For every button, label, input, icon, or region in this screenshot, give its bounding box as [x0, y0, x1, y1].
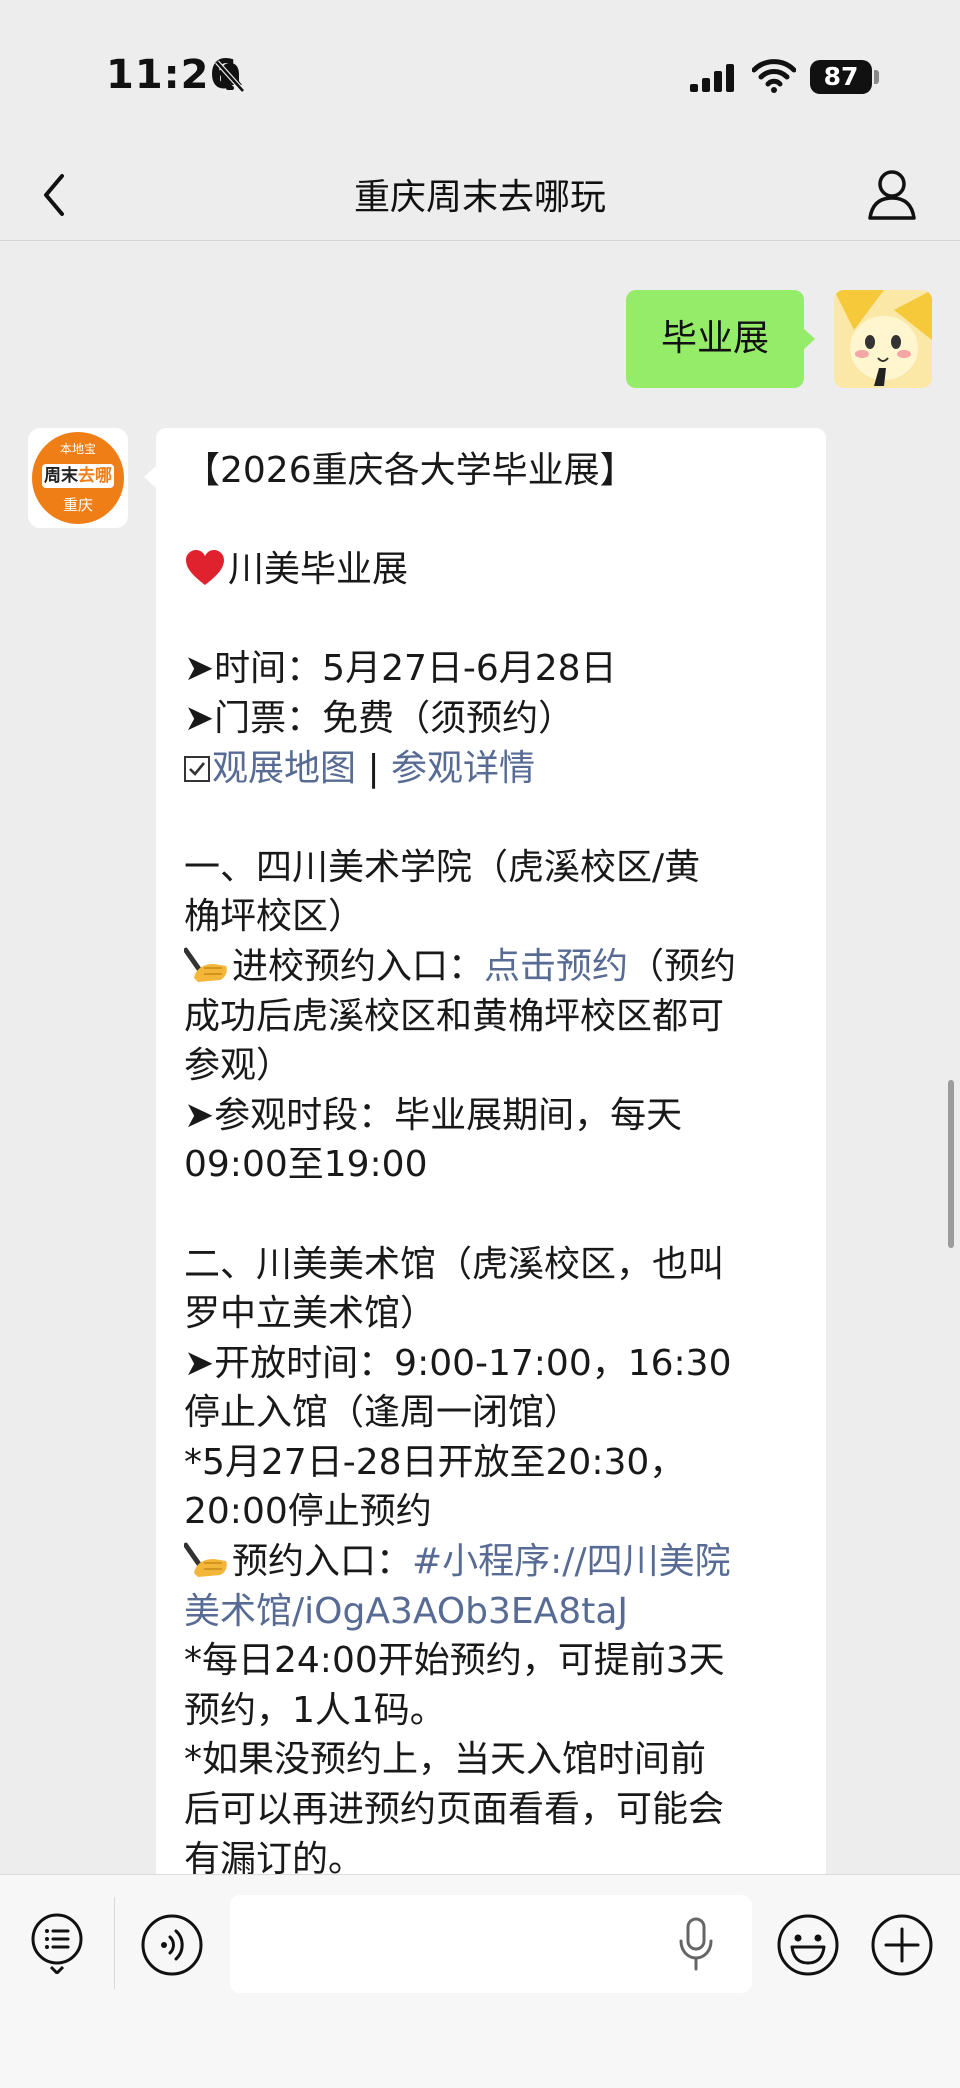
channel-logo-band: 周末去哪	[42, 464, 114, 488]
miniprogram-prefix: 预约入口：	[232, 1541, 413, 1583]
chat-title: 重庆周末去哪玩	[353, 177, 606, 218]
battery-indicator: 87	[810, 60, 872, 94]
message-line: 后可以再进预约页面看看，可能会	[184, 1789, 725, 1831]
miniprogram-link[interactable]: #小程序://四川美院	[412, 1541, 731, 1582]
channel-logo-top: 本地宝	[59, 442, 96, 456]
miniprogram-link-cont[interactable]: 美术馆/iOgA3AOb3EA8taJ	[184, 1591, 628, 1632]
reservation-prefix: 进校预约入口：	[232, 945, 485, 987]
message-line: 二、川美美术馆（虎溪校区，也叫	[184, 1243, 725, 1285]
message-line: *如果没预约上，当天入馆时间前	[184, 1739, 707, 1781]
battery-cap	[874, 70, 879, 84]
outgoing-bubble-tail	[803, 328, 815, 350]
message-line: *每日24:00开始预约，可提前3天	[184, 1640, 725, 1682]
message-line: ➤开放时间：9:00-17:00，16:30	[184, 1342, 732, 1384]
reservation-suffix: （预约	[628, 945, 737, 987]
message-line-heading: 川美毕业展	[184, 545, 804, 595]
message-line	[184, 793, 804, 843]
message-line: 预约，1人1码。	[184, 1689, 446, 1731]
message-line: 成功后虎溪校区和黄桷坪校区都可	[184, 995, 725, 1037]
visit-details-link[interactable]: 参观详情	[391, 748, 535, 789]
input-bar	[0, 1874, 960, 2088]
voice-input-icon[interactable]	[140, 1913, 204, 1977]
link-separator: |	[356, 747, 392, 789]
wifi-icon	[752, 59, 796, 93]
checkbox-icon	[184, 755, 210, 782]
message-line-link: 美术馆/iOgA3AOb3EA8taJ	[184, 1587, 804, 1637]
section-title: 川美毕业展	[228, 549, 409, 591]
user-avatar[interactable]	[834, 290, 932, 388]
message-line: 罗中立美术馆）	[184, 1293, 437, 1335]
channel-logo-city: 重庆	[62, 496, 93, 514]
menu-list-icon[interactable]	[30, 1912, 84, 1974]
message-input[interactable]	[230, 1895, 752, 1993]
plus-icon[interactable]	[870, 1913, 934, 1977]
message-line: 【2026重庆各大学毕业展】	[184, 450, 636, 491]
message-line: ➤门票：免费（须预约）	[184, 697, 575, 739]
nav-bar: 重庆周末去哪玩	[0, 150, 960, 241]
message-line: 停止入馆（逢周一闭馆）	[184, 1392, 581, 1434]
message-line: 桷坪校区）	[184, 896, 365, 938]
message-line-reserve: 进校预约入口：点击预约（预约	[184, 942, 804, 992]
red-heart-icon	[186, 550, 224, 586]
message-line: *5月27日-28日开放至20:30，	[184, 1441, 686, 1483]
status-bar: 11:26 87	[0, 0, 960, 150]
message-line-links: 观展地图 | 参观详情	[184, 744, 804, 794]
bell-muted-icon	[215, 60, 245, 93]
channel-avatar[interactable]: 本地宝 周末去哪 重庆	[28, 428, 128, 528]
message-line: 09:00至19:00	[184, 1144, 428, 1186]
message-line: ➤时间：5月27日-6月28日	[184, 648, 617, 690]
click-to-reserve-link[interactable]: 点击预约	[484, 946, 628, 987]
menu-divider	[114, 1897, 115, 1989]
message-line: 一、四川美术学院（虎溪校区/黄	[184, 846, 701, 888]
channel-logo-brand-a: 周末	[44, 466, 78, 486]
signal-icon	[690, 64, 734, 92]
channel-logo-brand-b: 去哪	[78, 466, 112, 486]
profile-icon[interactable]	[866, 164, 918, 224]
microphone-icon[interactable]	[676, 1917, 716, 1971]
emoji-icon[interactable]	[776, 1913, 840, 1977]
incoming-bubble-tail	[144, 466, 156, 488]
message-line	[184, 496, 804, 546]
message-line: 参观）	[184, 1045, 293, 1087]
message-text: 【2026重庆各大学毕业展】 川美毕业展 ➤时间：5月27日-6月28日 ➤门票…	[184, 446, 804, 1884]
message-line-miniprogram: 预约入口：#小程序://四川美院	[184, 1537, 804, 1587]
message-line	[184, 595, 804, 645]
exhibition-map-link[interactable]: 观展地图	[212, 748, 356, 789]
message-line	[184, 1190, 804, 1240]
writing-hand-icon	[184, 1542, 227, 1578]
writing-hand-icon	[184, 947, 227, 982]
scrollbar-thumb[interactable]	[948, 1080, 954, 1248]
message-line: ➤参观时段：毕业展期间，每天	[184, 1094, 683, 1136]
outgoing-message-bubble[interactable]: 毕业展	[626, 290, 804, 388]
message-line: 20:00停止预约	[184, 1491, 432, 1533]
